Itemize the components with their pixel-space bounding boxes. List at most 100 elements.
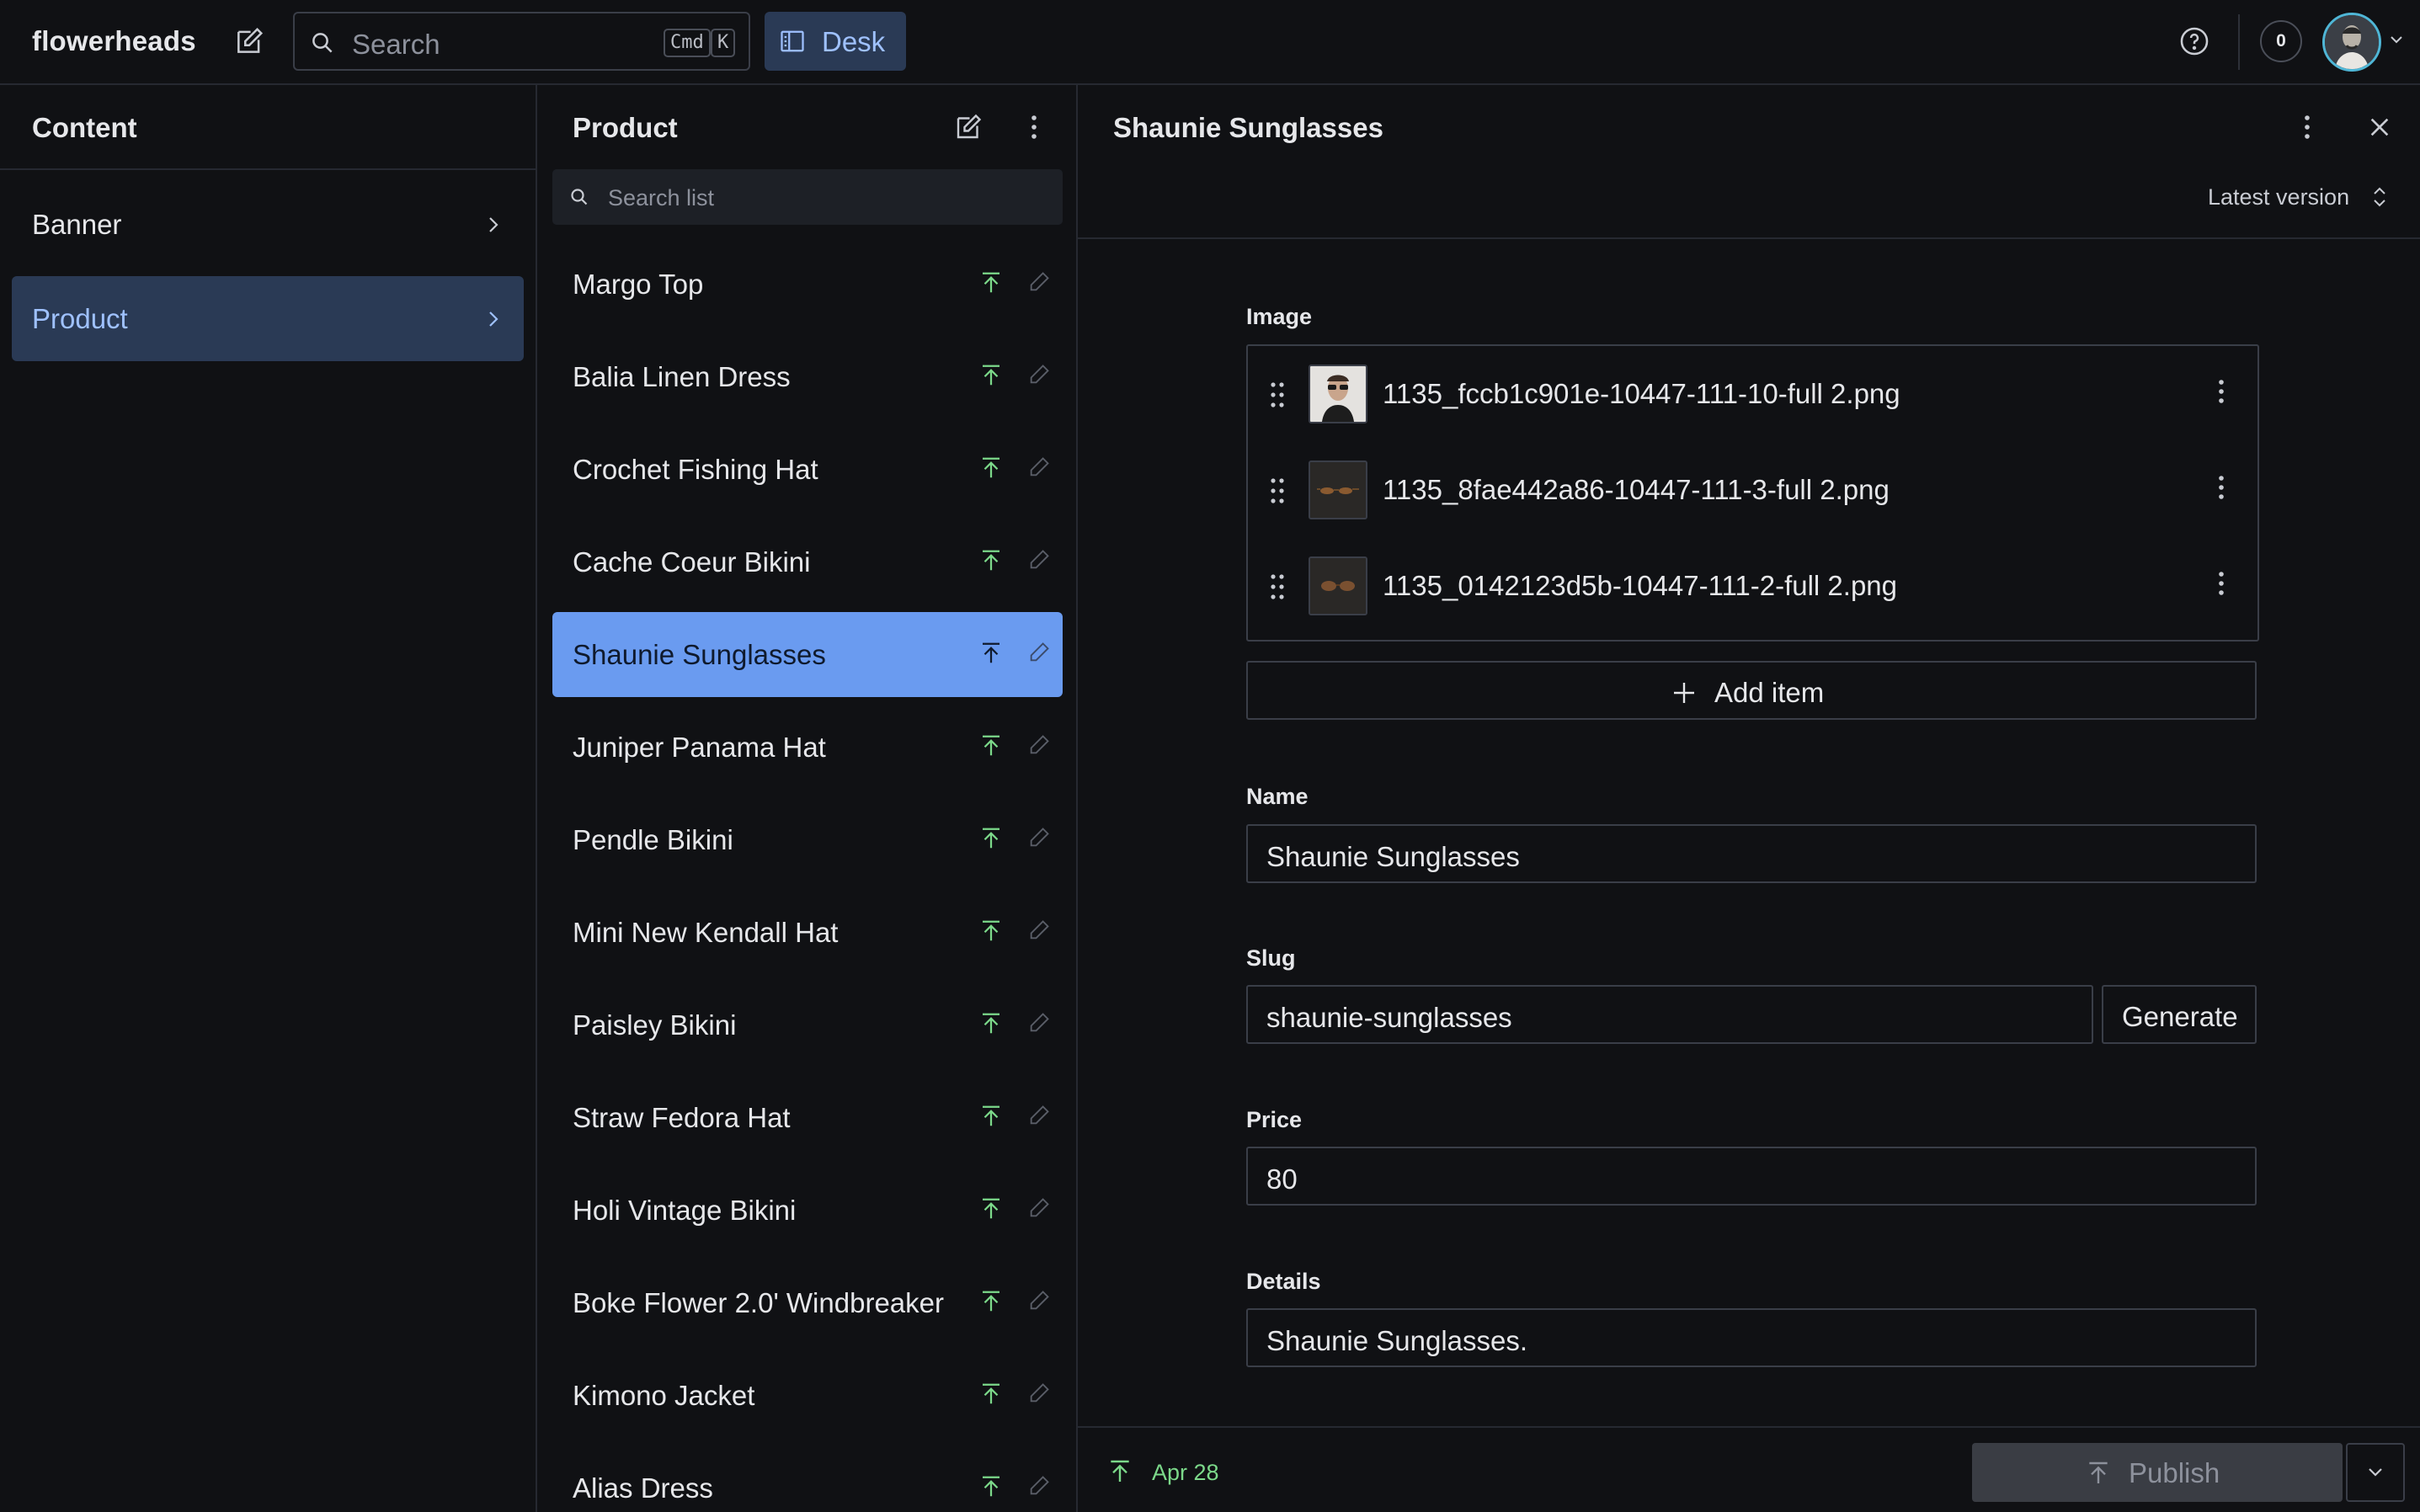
list-pane-header: Product (537, 85, 1076, 170)
user-avatar[interactable] (2322, 13, 2381, 72)
drag-handle-icon[interactable] (1268, 380, 1287, 410)
pencil-icon (1027, 455, 1051, 479)
publish-label: Publish (2129, 1457, 2220, 1488)
type-item-banner[interactable]: Banner (12, 182, 524, 267)
up-down-chevron-icon[interactable] (2371, 184, 2388, 210)
drag-handle-icon[interactable] (1268, 476, 1287, 506)
document-list-item[interactable]: Holi Vintage Bikini (552, 1168, 1063, 1253)
type-item-product[interactable]: Product (12, 276, 524, 361)
content-pane: Content Banner Product (0, 85, 537, 1512)
image-item-kebab-menu-icon[interactable] (2213, 568, 2230, 599)
shortcut-k-key: K (711, 29, 736, 57)
search-placeholder: Search (352, 29, 440, 60)
published-status-icon (978, 918, 1004, 944)
image-item-row[interactable]: 1135_0142123d5b-10447-111-2-full 2.png (1248, 538, 2257, 634)
pencil-icon (1027, 1196, 1051, 1220)
notification-count-badge[interactable]: 0 (2260, 20, 2302, 62)
compose-icon[interactable] (233, 25, 265, 57)
generate-label: Generate (2122, 1001, 2238, 1032)
pencil-icon (1027, 1382, 1051, 1405)
image-item-row[interactable]: 1135_fccb1c901e-10447-111-10-full 2.png (1248, 346, 2257, 442)
document-title-label: Crochet Fishing Hat (573, 454, 818, 485)
pencil-icon (1027, 641, 1051, 664)
image-item-kebab-menu-icon[interactable] (2213, 472, 2230, 503)
document-title: Shaunie Sunglasses (1113, 112, 1383, 143)
document-title-label: Cache Coeur Bikini (573, 546, 811, 578)
document-list-item[interactable]: Kimono Jacket (552, 1353, 1063, 1438)
search-list-input[interactable]: Search list (552, 169, 1063, 225)
document-list-pane: Product Search list Margo Top Balia Linen… (537, 85, 1078, 1512)
content-pane-header: Content (0, 85, 536, 170)
published-status-icon (978, 1289, 1004, 1314)
document-title-label: Mini New Kendall Hat (573, 917, 839, 948)
publish-actions-dropdown[interactable] (2346, 1443, 2405, 1502)
search-icon (569, 187, 589, 207)
pencil-icon (1027, 733, 1051, 757)
document-list-item[interactable]: Shaunie Sunglasses (552, 612, 1063, 697)
published-status-icon (1106, 1458, 1133, 1485)
pencil-icon (1027, 270, 1051, 294)
drag-handle-icon[interactable] (1268, 572, 1287, 602)
slug-input-value: shaunie-sunglasses (1266, 1002, 1512, 1033)
published-status-icon (978, 1382, 1004, 1407)
document-title-label: Balia Linen Dress (573, 361, 791, 392)
document-list-item[interactable]: Boke Flower 2.0' Windbreaker (552, 1260, 1063, 1345)
add-item-label: Add item (1714, 677, 1825, 708)
document-list-item[interactable]: Pendle Bikini (552, 797, 1063, 882)
document-list-item[interactable]: Cache Coeur Bikini (552, 519, 1063, 604)
shortcut-cmd-key: Cmd (664, 29, 711, 57)
price-input[interactable]: 80 (1246, 1147, 2257, 1206)
document-list-item[interactable]: Mini New Kendall Hat (552, 890, 1063, 975)
document-list-item[interactable]: Margo Top (552, 242, 1063, 327)
document-title-label: Pendle Bikini (573, 824, 733, 855)
document-header: Shaunie Sunglasses Latest version (1078, 85, 2420, 239)
details-input[interactable]: Shaunie Sunglasses. (1246, 1308, 2257, 1367)
published-status-icon (978, 826, 1004, 851)
document-footer: Apr 28 Publish (1078, 1426, 2420, 1512)
pencil-icon (1027, 1474, 1051, 1498)
slug-field-label: Slug (1246, 945, 1296, 971)
desk-tool-button[interactable]: Desk (765, 12, 906, 71)
image-thumbnail-sunglasses-side (1309, 461, 1367, 519)
published-status-icon (978, 1474, 1004, 1499)
desk-label: Desk (822, 26, 886, 57)
document-list-item[interactable]: Balia Linen Dress (552, 334, 1063, 419)
add-item-button[interactable]: Add item (1246, 661, 2257, 720)
generate-slug-button[interactable]: Generate (2102, 985, 2257, 1044)
account-chevron-down-icon[interactable] (2388, 34, 2405, 45)
version-selector[interactable]: Latest version (2208, 184, 2349, 210)
document-list-item[interactable]: Crochet Fishing Hat (552, 427, 1063, 512)
published-status-icon (978, 1011, 1004, 1036)
new-document-compose-icon[interactable] (953, 112, 983, 142)
published-status-icon (978, 641, 1004, 666)
type-item-label: Banner (32, 209, 122, 240)
brand-name[interactable]: flowerheads (32, 25, 196, 57)
help-icon[interactable] (2178, 25, 2210, 57)
published-status-icon (978, 1196, 1004, 1222)
publish-button[interactable]: Publish (1972, 1443, 2343, 1502)
topbar-divider (2238, 14, 2240, 70)
published-date: Apr 28 (1152, 1460, 1219, 1485)
document-list-item[interactable]: Paisley Bikini (552, 982, 1063, 1067)
details-field-label: Details (1246, 1269, 1321, 1294)
document-kebab-menu-icon[interactable] (2299, 112, 2316, 142)
search-list-placeholder: Search list (608, 185, 715, 210)
document-list-item[interactable]: Straw Fedora Hat (552, 1075, 1063, 1160)
name-input[interactable]: Shaunie Sunglasses (1246, 824, 2257, 883)
image-thumbnail-sunglasses-front (1309, 556, 1367, 615)
close-icon[interactable] (2366, 114, 2393, 141)
document-list-item[interactable]: Juniper Panama Hat (552, 705, 1063, 790)
plus-icon (1671, 679, 1698, 706)
image-item-row[interactable]: 1135_8fae442a86-10447-111-3-full 2.png (1248, 442, 2257, 538)
image-field-label: Image (1246, 304, 1313, 329)
published-status-icon (978, 363, 1004, 388)
name-field-label: Name (1246, 784, 1309, 809)
slug-input[interactable]: shaunie-sunglasses (1246, 985, 2093, 1044)
global-search-input[interactable]: Search Cmd K (293, 12, 750, 71)
top-bar: flowerheads Search Cmd K Desk 0 (0, 0, 2420, 85)
document-list-item[interactable]: Alias Dress (552, 1445, 1063, 1512)
image-item-kebab-menu-icon[interactable] (2213, 376, 2230, 407)
document-title-label: Alias Dress (573, 1472, 713, 1504)
published-status-icon (978, 270, 1004, 295)
list-kebab-menu-icon[interactable] (1026, 112, 1042, 142)
